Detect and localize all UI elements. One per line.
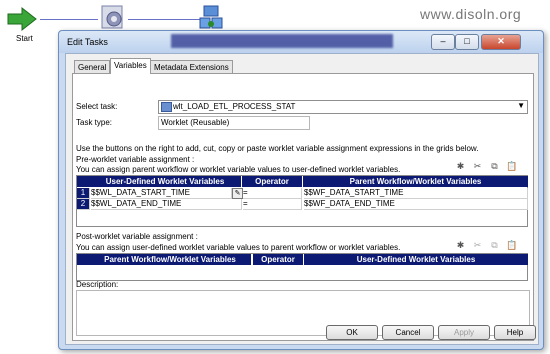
task-type-value: Worklet (Reusable) — [161, 118, 230, 127]
description-label: Description: — [76, 280, 119, 289]
paste-icon[interactable]: 📋 — [506, 240, 517, 250]
expression-editor-icon[interactable]: ✎ — [232, 188, 243, 199]
tab-metadata-extensions[interactable]: Metadata Extensions — [150, 60, 233, 74]
worklet-type-icon — [161, 102, 172, 112]
cut-icon[interactable]: ✂ — [472, 240, 483, 250]
select-task-value: wlt_LOAD_ETL_PROCESS_STAT — [173, 102, 296, 111]
row-number[interactable]: 2 — [77, 199, 90, 210]
instructions-text: Use the buttons on the right to add, cut… — [76, 144, 479, 153]
maximize-button[interactable]: □ — [455, 34, 479, 50]
dialog-title: Edit Tasks — [67, 37, 108, 47]
close-button[interactable]: ✕ — [481, 34, 521, 50]
session-icon[interactable] — [198, 2, 224, 32]
worklet-icon[interactable] — [98, 4, 128, 32]
task-type-field: Worklet (Reusable) — [158, 116, 310, 130]
tab-variables[interactable]: Variables — [110, 58, 151, 74]
new-icon[interactable]: ✱ — [455, 161, 466, 171]
post-worklet-note: You can assign user-defined worklet vari… — [76, 243, 401, 252]
edit-tasks-dialog: Edit Tasks – □ ✕ General Variables Metad… — [58, 30, 544, 350]
start-icon[interactable] — [6, 6, 40, 32]
select-task-label: Select task: — [76, 102, 118, 111]
column-header[interactable]: Parent Workflow/Worklet Variables — [302, 176, 528, 187]
pre-worklet-heading: Pre-worklet variable assignment : — [76, 155, 195, 164]
chevron-down-icon[interactable]: ▼ — [517, 101, 525, 110]
pre-worklet-note: You can assign parent workflow or workle… — [76, 165, 401, 174]
copy-icon[interactable]: ⧉ — [489, 240, 500, 250]
start-label: Start — [16, 34, 33, 43]
grid-cell[interactable]: $$WF_DATA_END_TIME — [304, 199, 528, 210]
cut-icon[interactable]: ✂ — [472, 161, 483, 171]
link-line — [128, 19, 200, 20]
ok-button[interactable]: OK — [326, 325, 378, 340]
cancel-button[interactable]: Cancel — [382, 325, 434, 340]
column-header[interactable]: Operator — [252, 254, 303, 265]
column-header[interactable]: Operator — [241, 176, 302, 187]
grid-cell[interactable]: = — [243, 199, 302, 210]
grid-cell[interactable]: $$WL_DATA_START_TIME — [91, 188, 232, 199]
row-number[interactable]: 1 — [77, 188, 90, 199]
grid-corner — [77, 176, 89, 187]
grid-cell[interactable]: $$WF_DATA_START_TIME — [304, 188, 528, 199]
new-icon[interactable]: ✱ — [455, 240, 466, 250]
grid-cell[interactable]: = — [243, 188, 302, 199]
column-header[interactable]: User-Defined Worklet Variables — [303, 254, 528, 265]
watermark: www.disoln.org — [420, 6, 522, 22]
column-header[interactable]: Parent Workflow/Worklet Variables — [89, 254, 251, 265]
copy-icon[interactable]: ⧉ — [489, 161, 500, 171]
grid-corner — [77, 254, 89, 265]
help-button[interactable]: Help — [494, 325, 536, 340]
post-worklet-grid: Parent Workflow/Worklet Variables Operat… — [76, 253, 528, 281]
post-worklet-heading: Post-worklet variable assignment : — [76, 232, 198, 241]
column-header[interactable]: User-Defined Worklet Variables — [89, 176, 241, 187]
grid-cell[interactable]: $$WL_DATA_END_TIME — [91, 199, 242, 210]
title-bar[interactable]: Edit Tasks – □ ✕ — [59, 31, 543, 53]
tab-general[interactable]: General — [74, 60, 111, 74]
dialog-client: General Variables Metadata Extensions Se… — [65, 53, 539, 345]
task-type-label: Task type: — [76, 118, 113, 127]
pre-worklet-grid: User-Defined Worklet Variables Operator … — [76, 175, 528, 227]
link-line — [40, 19, 98, 20]
apply-button[interactable]: Apply — [438, 325, 490, 340]
minimize-button[interactable]: – — [431, 34, 455, 50]
select-task-dropdown[interactable]: wlt_LOAD_ETL_PROCESS_STAT ▼ — [158, 100, 528, 114]
variables-panel: Select task: wlt_LOAD_ETL_PROCESS_STAT ▼… — [72, 73, 534, 341]
paste-icon[interactable]: 📋 — [506, 161, 517, 171]
blurred-region — [171, 34, 393, 48]
